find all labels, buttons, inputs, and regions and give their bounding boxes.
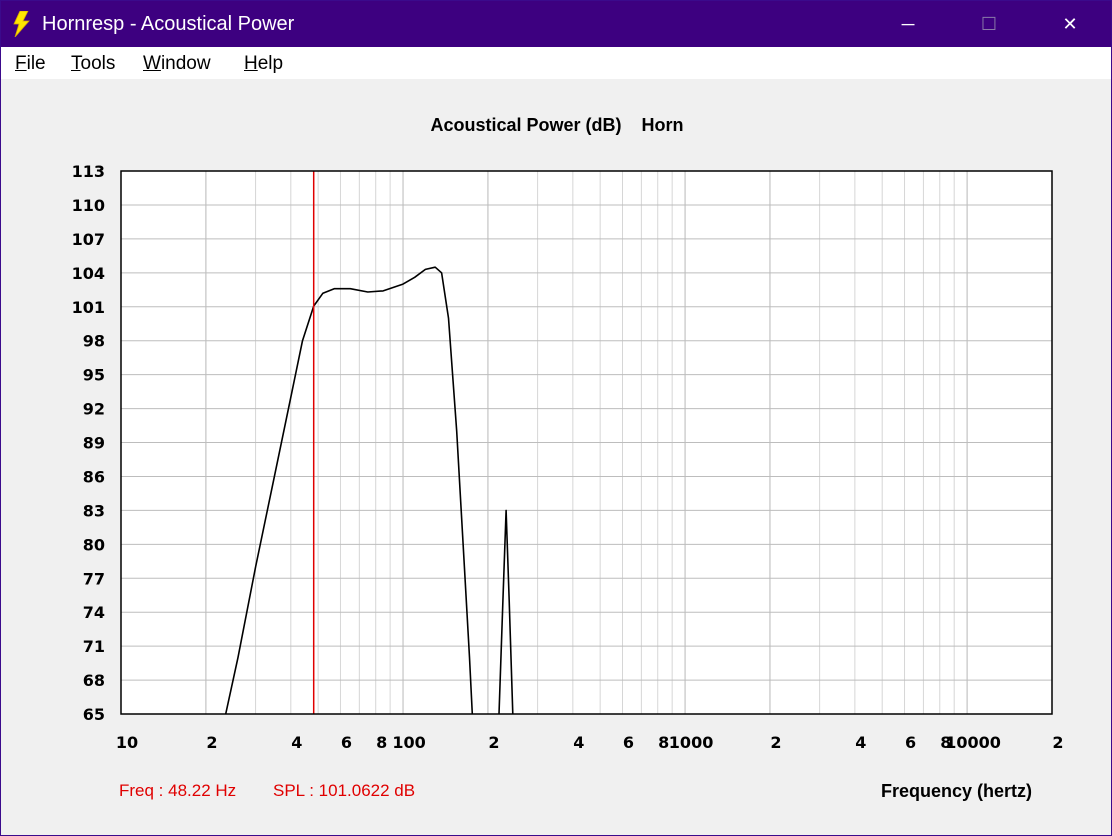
x-tick-label: 10 (116, 733, 138, 752)
y-tick-label: 98 (83, 332, 105, 351)
x-tick-label: 8 (376, 733, 387, 752)
x-tick-label: 100 (392, 733, 425, 752)
y-tick-label: 80 (83, 535, 105, 554)
x-tick-label: 1000 (669, 733, 714, 752)
menu-window-label: indow (160, 53, 211, 74)
menu-file[interactable]: File (15, 53, 46, 75)
x-tick-label: 4 (855, 733, 866, 752)
menu-file-key: F (15, 53, 27, 74)
y-tick-label: 113 (72, 162, 105, 181)
minimize-button[interactable]: ─ (885, 1, 931, 47)
y-tick-label: 83 (83, 501, 105, 520)
y-tick-label: 104 (72, 264, 105, 283)
x-tick-label: 10000 (945, 733, 1001, 752)
maximize-button[interactable]: ☐ (966, 1, 1012, 47)
x-tick-label: 2 (206, 733, 217, 752)
y-tick-label: 107 (72, 230, 105, 249)
x-tick-label: 6 (905, 733, 916, 752)
x-tick-label: 4 (291, 733, 302, 752)
y-tick-label: 65 (83, 705, 105, 724)
x-tick-label: 6 (341, 733, 352, 752)
x-tick-label: 8 (658, 733, 669, 752)
lightning-bolt-icon (13, 11, 30, 37)
title-bar[interactable]: Hornresp - Acoustical Power ─ ☐ ✕ (1, 1, 1111, 47)
y-tick-label: 71 (83, 637, 105, 656)
x-tick-label: 2 (1052, 733, 1063, 752)
menu-help[interactable]: Help (244, 53, 283, 75)
menu-file-label: ile (26, 53, 46, 74)
menu-tools-label: ools (80, 53, 116, 74)
x-tick-label: 2 (770, 733, 781, 752)
y-tick-label: 89 (83, 434, 105, 453)
window-title: Hornresp - Acoustical Power (42, 13, 295, 35)
freq-readout: Freq : 48.22 Hz (119, 781, 237, 800)
menu-help-key: H (244, 53, 258, 74)
y-tick-label: 110 (72, 196, 105, 215)
y-tick-label: 77 (83, 569, 105, 588)
y-tick-label: 101 (72, 298, 105, 317)
x-axis-label: Frequency (hertz) (881, 781, 1033, 801)
x-tick-label: 2 (488, 733, 499, 752)
menu-window-key: W (143, 53, 161, 74)
x-tick-label: 4 (573, 733, 584, 752)
power-chart[interactable]: 1131101071041019895928986838077747168651… (1, 79, 1111, 779)
y-tick-label: 74 (83, 603, 105, 622)
menu-bar: File Tools Window Help (1, 47, 1111, 79)
y-tick-label: 95 (83, 366, 105, 385)
menu-tools-key: T (71, 53, 81, 74)
spl-readout: SPL : 101.0622 dB (273, 781, 416, 800)
menu-help-label: elp (257, 53, 284, 74)
y-tick-label: 92 (83, 400, 105, 419)
chart-panel[interactable]: Acoustical Power (dB) Horn 113 110 107 104 1… (1, 79, 1111, 835)
y-tick-label: 68 (83, 671, 105, 690)
close-button[interactable]: ✕ (1047, 1, 1093, 47)
app-window: Hornresp - Acoustical Power ─ ☐ ✕ File T… (0, 0, 1112, 836)
menu-window[interactable]: Window (143, 53, 211, 75)
menu-tools[interactable]: Tools (71, 53, 115, 75)
y-tick-label: 86 (83, 467, 105, 486)
x-tick-label: 6 (623, 733, 634, 752)
